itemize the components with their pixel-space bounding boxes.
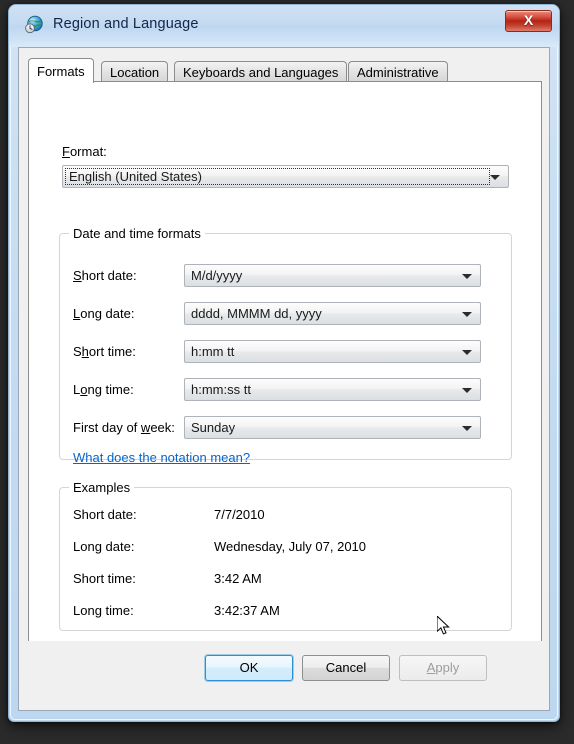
notation-help-link[interactable]: What does the notation mean?	[73, 450, 250, 465]
chevron-down-icon	[462, 388, 472, 393]
long-time-combobox[interactable]: h:mm:ss tt	[184, 378, 481, 401]
format-combobox-value: English (United States)	[69, 169, 202, 184]
long-time-label: Long time:	[73, 382, 134, 397]
tab-strip: Formats Location Keyboards and Languages…	[28, 58, 542, 83]
cancel-button[interactable]: Cancel	[302, 655, 390, 681]
tab-formats[interactable]: Formats	[28, 58, 94, 83]
globe-clock-icon	[24, 15, 44, 35]
chevron-down-icon	[462, 274, 472, 279]
tab-keyboards-and-languages[interactable]: Keyboards and Languages	[174, 61, 348, 82]
tab-location[interactable]: Location	[101, 61, 169, 82]
example-long-time-value: 3:42:37 AM	[214, 603, 280, 618]
examples-title: Examples	[69, 480, 135, 495]
short-time-label: Short time:	[73, 344, 136, 359]
short-date-value: M/d/yyyy	[191, 268, 243, 283]
first-day-of-week-label: First day of week:	[73, 420, 175, 435]
date-and-time-formats-title: Date and time formats	[69, 226, 205, 241]
long-date-value: dddd, MMMM dd, yyyy	[191, 306, 322, 321]
example-short-time-value: 3:42 AM	[214, 571, 262, 586]
format-label: Format:	[62, 144, 107, 159]
format-combobox[interactable]: English (United States)	[62, 165, 509, 188]
short-date-combobox[interactable]: M/d/yyyy	[184, 264, 481, 287]
region-and-language-dialog: Region and Language X Formats Location K…	[8, 4, 560, 722]
first-day-of-week-value: Sunday	[191, 420, 236, 435]
apply-button: Apply	[399, 655, 487, 681]
chevron-down-icon	[490, 175, 500, 180]
example-short-time-label: Short time:	[73, 571, 136, 586]
first-day-of-week-combobox[interactable]: Sunday	[184, 416, 481, 439]
example-long-time-label: Long time:	[73, 603, 134, 618]
long-time-value: h:mm:ss tt	[191, 382, 251, 397]
example-short-date-label: Short date:	[73, 507, 137, 522]
short-time-value: h:mm tt	[191, 344, 235, 359]
close-button[interactable]: X	[505, 10, 552, 32]
example-long-date-label: Long date:	[73, 539, 135, 554]
long-date-label: Long date:	[73, 306, 135, 321]
long-date-combobox[interactable]: dddd, MMMM dd, yyyy	[184, 302, 481, 325]
tab-administrative[interactable]: Administrative	[348, 61, 448, 82]
window-title: Region and Language	[53, 16, 199, 32]
dialog-footer: OK Cancel Apply	[18, 641, 550, 711]
chevron-down-icon	[462, 426, 472, 431]
short-date-label: Short date:	[73, 268, 137, 283]
title-bar[interactable]: Region and Language X	[9, 5, 559, 47]
dialog-client-area: Formats Location Keyboards and Languages…	[18, 47, 550, 711]
formats-tab-page: Format: English (United States) Date and…	[28, 81, 542, 698]
example-short-date-value: 7/7/2010	[214, 507, 265, 522]
short-time-combobox[interactable]: h:mm tt	[184, 340, 481, 363]
chevron-down-icon	[462, 312, 472, 317]
ok-button[interactable]: OK	[205, 655, 293, 681]
close-icon: X	[523, 12, 534, 28]
chevron-down-icon	[462, 350, 472, 355]
example-long-date-value: Wednesday, July 07, 2010	[214, 539, 367, 554]
